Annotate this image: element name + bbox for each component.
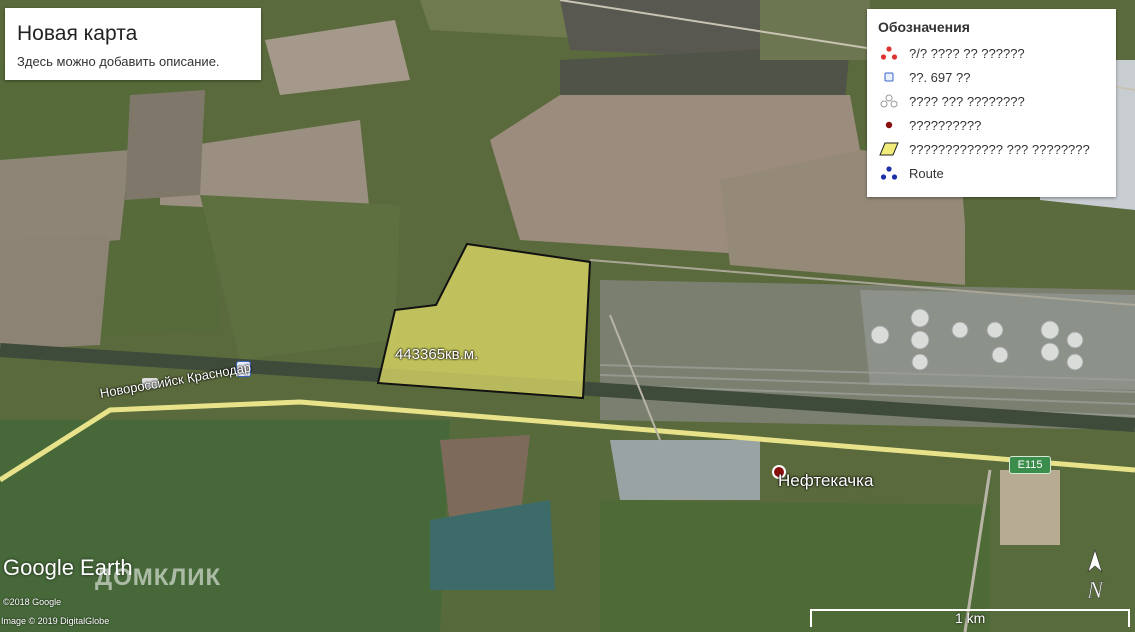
blue-route-markers-icon — [878, 165, 900, 181]
legend-item-label: ?????????? — [909, 117, 982, 133]
legend-item[interactable]: Route — [878, 163, 1113, 183]
map-title: Новая карта — [17, 22, 138, 45]
legend-item[interactable]: ?/? ???? ?? ?????? — [878, 43, 1113, 63]
map-title-panel: Новая карта Здесь можно добавить описани… — [5, 8, 261, 80]
copyright-imagery: Image © 2019 DigitalGlobe — [1, 616, 110, 626]
north-arrow[interactable]: N — [1080, 548, 1110, 606]
north-label: N — [1086, 578, 1105, 604]
highway-shield: E115 — [1009, 456, 1051, 474]
yellow-polygon-icon — [878, 141, 900, 157]
legend-item-label: ???? ??? ???????? — [909, 93, 1025, 109]
map-description: Здесь можно добавить описание. — [17, 54, 220, 69]
legend-item-label: ??. 697 ?? — [909, 69, 971, 85]
legend-item[interactable]: ???? ??? ???????? — [878, 91, 1113, 111]
legend-heading: Обозначения — [878, 19, 970, 35]
red-triangle-markers-icon — [878, 45, 900, 61]
legend-item[interactable]: ????????????? ??? ???????? — [878, 139, 1113, 159]
legend-item[interactable]: ??. 697 ?? — [878, 67, 1113, 87]
legend-item-label: ????????????? ??? ???????? — [909, 141, 1090, 157]
legend-item-label: ?/? ???? ?? ?????? — [909, 45, 1025, 61]
north-arrow-icon: N — [1086, 549, 1105, 604]
legend-item[interactable]: ?????????? — [878, 115, 1113, 135]
grey-circles-icon — [878, 93, 900, 109]
copyright-google: ©2018 Google — [3, 597, 62, 607]
blue-square-icon — [878, 69, 900, 85]
scale-label: 1 km — [955, 610, 986, 626]
domclick-watermark: ДОМКЛИК — [95, 564, 222, 591]
legend-panel: Обозначения ?/? ???? ?? ?????? ??. 697 ?… — [867, 9, 1116, 197]
area-measurement-label: 443365кв.м. — [395, 346, 479, 363]
legend-item-label: Route — [909, 165, 944, 181]
red-dot-icon — [878, 117, 900, 133]
town-name-label[interactable]: Нефтекачка — [778, 471, 873, 491]
